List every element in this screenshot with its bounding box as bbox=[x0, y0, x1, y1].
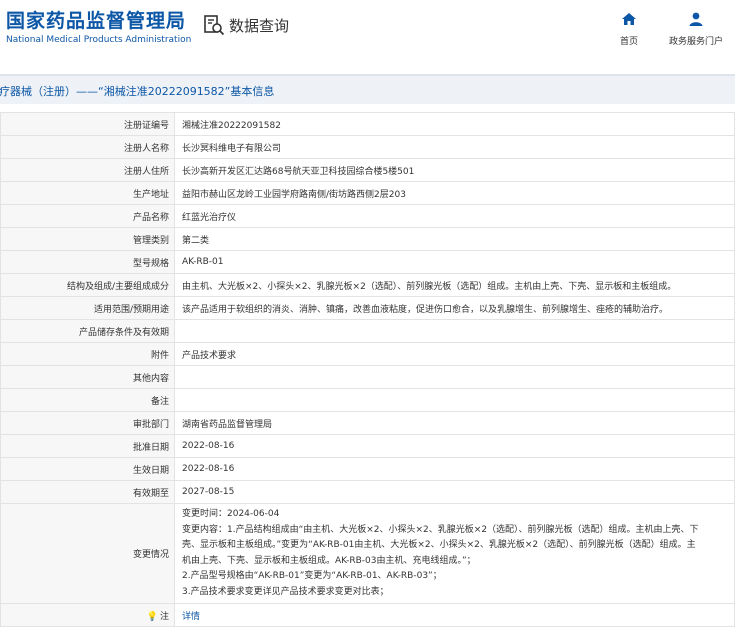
nav-home-label: 首页 bbox=[619, 37, 638, 47]
note-value-cell: 详情 bbox=[174, 603, 735, 627]
row-value bbox=[174, 365, 735, 389]
site-logo[interactable]: 国家药品监督管理局 National Medical Products Admi… bbox=[6, 10, 191, 46]
row-label: 其他内容 bbox=[0, 365, 175, 389]
change-line: 壳、显示板和主板组成。”变更为“AK-RB-01由主机、大光板×2、小探头×2、… bbox=[182, 540, 696, 550]
table-row: 产品储存条件及有效期 bbox=[0, 319, 735, 343]
table-row: 备注 bbox=[0, 388, 735, 412]
row-label: 审批部门 bbox=[0, 411, 175, 435]
table-row: 审批部门 湖南省药品监督管理局 bbox=[0, 411, 735, 435]
row-label: 生效日期 bbox=[0, 457, 175, 481]
change-line: 机由上壳、下壳、显示板和主板组成。AK-RB-03由主机、充电线组成。”； bbox=[182, 555, 476, 566]
table-row: 其他内容 bbox=[0, 365, 735, 389]
row-value: 由主机、大光板×2、小探头×2、乳腺光板×2（选配）、前列腺光板（选配）组成。主… bbox=[174, 273, 735, 297]
row-value: 第二类 bbox=[174, 227, 735, 251]
row-label: 注册人住所 bbox=[0, 158, 175, 182]
site-header: 国家药品监督管理局 National Medical Products Admi… bbox=[0, 0, 735, 62]
table-row: 生效日期 2022-08-16 bbox=[0, 457, 735, 481]
document-search-icon bbox=[204, 15, 225, 36]
table-row: 生产地址 益阳市赫山区龙岭工业园学府路南侧/街坊路西侧2层203 bbox=[0, 181, 735, 205]
row-value: 2027-08-15 bbox=[174, 480, 735, 504]
row-label: 备注 bbox=[0, 388, 175, 412]
nav-home[interactable]: 首页 bbox=[617, 12, 641, 48]
row-label: 注册证编号 bbox=[0, 112, 175, 136]
row-label: 结构及组成/主要组成成分 bbox=[0, 273, 175, 297]
row-value: 2022-08-16 bbox=[174, 457, 735, 481]
row-value: AK-RB-01 bbox=[174, 250, 735, 274]
row-label: 产品储存条件及有效期 bbox=[0, 319, 175, 343]
row-value: 长沙高新开发区汇达路68号航天亚卫科技园综合楼5楼501 bbox=[174, 158, 735, 182]
bulb-icon: 💡 bbox=[146, 611, 158, 622]
change-label: 变更情况 bbox=[0, 503, 175, 604]
details-link[interactable]: 详情 bbox=[182, 612, 200, 622]
table-row: 结构及组成/主要组成成分 由主机、大光板×2、小探头×2、乳腺光板×2（选配）、… bbox=[0, 273, 735, 297]
table-row: 产品名称 红蓝光治疗仪 bbox=[0, 204, 735, 228]
user-icon bbox=[689, 12, 703, 26]
row-label: 生产地址 bbox=[0, 181, 175, 205]
note-label: 注 bbox=[159, 611, 169, 622]
change-line: 3.产品技术要求变更详见产品技术要求变更对比表； bbox=[182, 586, 389, 597]
table-row: 附件 产品技术要求 bbox=[0, 342, 735, 366]
nav-service-portal-label: 政务服务门户 bbox=[668, 37, 723, 47]
change-line: 2.产品型号规格由“AK-RB-01”变更为“AK-RB-01、AK-RB-03… bbox=[182, 571, 442, 581]
table-row-change: 变更情况 变更时间：2024-06-04 变更内容：1.产品结构组成由“由主机、… bbox=[0, 503, 735, 604]
row-value: 长沙冥科维电子有限公司 bbox=[174, 135, 735, 159]
home-icon bbox=[622, 13, 636, 25]
row-label: 批准日期 bbox=[0, 434, 175, 458]
row-label: 管理类别 bbox=[0, 227, 175, 251]
table-row: 型号规格 AK-RB-01 bbox=[0, 250, 735, 274]
row-value: 红蓝光治疗仪 bbox=[174, 204, 735, 228]
change-line: 变更内容：1.产品结构组成由“由主机、大光板×2、小探头×2、乳腺光板×2（选配… bbox=[182, 524, 699, 535]
table-row: 批准日期 2022-08-16 bbox=[0, 434, 735, 458]
row-label: 产品名称 bbox=[0, 204, 175, 228]
change-content: 变更时间：2024-06-04 变更内容：1.产品结构组成由“由主机、大光板×2… bbox=[174, 503, 735, 604]
data-query-link[interactable]: 数据查询 bbox=[203, 14, 289, 36]
row-label: 型号规格 bbox=[0, 250, 175, 274]
row-value: 湖南省药品监督管理局 bbox=[174, 411, 735, 435]
change-line: 变更时间：2024-06-04 bbox=[182, 509, 280, 519]
nav-service-portal[interactable]: 政务服务门户 bbox=[664, 12, 728, 48]
table-row: 有效期至 2027-08-15 bbox=[0, 480, 735, 504]
page-title: 医疗器械（注册）——“湘械注准20222091582”基本信息 bbox=[0, 85, 275, 98]
table-row: 适用范围/预期用途 该产品适用于软组织的消炎、消肿、镇痛，改善血液粘度，促进伤口… bbox=[0, 296, 735, 320]
row-label: 注册人名称 bbox=[0, 135, 175, 159]
data-query-label: 数据查询 bbox=[229, 16, 290, 35]
note-label-cell: 💡 注 bbox=[0, 603, 175, 627]
row-label: 附件 bbox=[0, 342, 175, 366]
table-row-note: 💡 注 详情 bbox=[0, 603, 735, 627]
logo-title-en: National Medical Products Administration bbox=[6, 35, 192, 45]
row-value bbox=[174, 388, 735, 412]
row-value: 益阳市赫山区龙岭工业园学府路南侧/街坊路西侧2层203 bbox=[174, 181, 735, 205]
row-label: 有效期至 bbox=[0, 480, 175, 504]
table-row: 注册人名称 长沙冥科维电子有限公司 bbox=[0, 135, 735, 159]
row-value: 该产品适用于软组织的消炎、消肿、镇痛，改善血液粘度，促进伤口愈合，以及乳腺增生、… bbox=[174, 296, 735, 320]
logo-title-cn: 国家药品监督管理局 bbox=[6, 10, 187, 32]
row-value: 产品技术要求 bbox=[174, 342, 735, 366]
table-row: 注册证编号 湘械注准20222091582 bbox=[0, 112, 735, 136]
table-row: 管理类别 第二类 bbox=[0, 227, 735, 251]
row-value: 湘械注准20222091582 bbox=[174, 112, 735, 136]
page-title-bar: 医疗器械（注册）——“湘械注准20222091582”基本信息 bbox=[0, 74, 735, 104]
info-table: 注册证编号 湘械注准20222091582 注册人名称 长沙冥科维电子有限公司 … bbox=[0, 112, 735, 627]
row-value bbox=[174, 319, 735, 343]
table-row: 注册人住所 长沙高新开发区汇达路68号航天亚卫科技园综合楼5楼501 bbox=[0, 158, 735, 182]
row-label: 适用范围/预期用途 bbox=[0, 296, 175, 320]
row-value: 2022-08-16 bbox=[174, 434, 735, 458]
